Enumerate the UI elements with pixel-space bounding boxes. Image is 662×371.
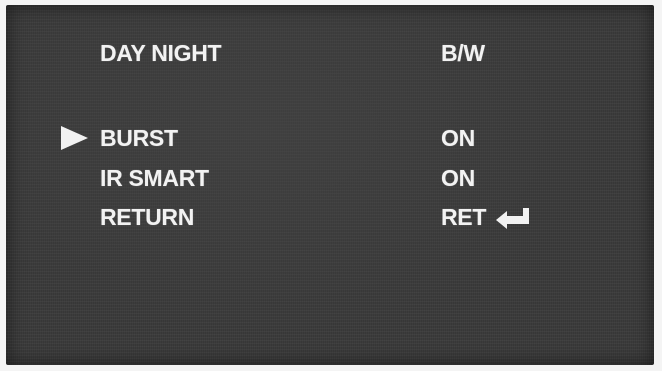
return-value-text: RET: [441, 204, 487, 230]
day-night-value[interactable]: B/W: [441, 42, 485, 65]
day-night-label: DAY NIGHT: [100, 40, 222, 66]
menu-item-burst-value[interactable]: ON: [441, 127, 475, 150]
menu-item-ir-smart-value[interactable]: ON: [441, 167, 475, 190]
triangle-right-cursor-icon: [61, 126, 88, 150]
enter-return-icon: [496, 207, 530, 229]
menu-item-ir-smart-label[interactable]: IR SMART: [100, 167, 209, 190]
menu-item-return-label[interactable]: RETURN: [100, 206, 194, 229]
osd-frame: DAY NIGHT B/W BURST ON IR SMART ON RETUR…: [0, 0, 662, 371]
menu-item-return-value[interactable]: RET: [441, 206, 534, 229]
menu-item-burst-label[interactable]: BURST: [100, 127, 178, 150]
osd-menu-screen: DAY NIGHT B/W BURST ON IR SMART ON RETUR…: [6, 5, 654, 365]
